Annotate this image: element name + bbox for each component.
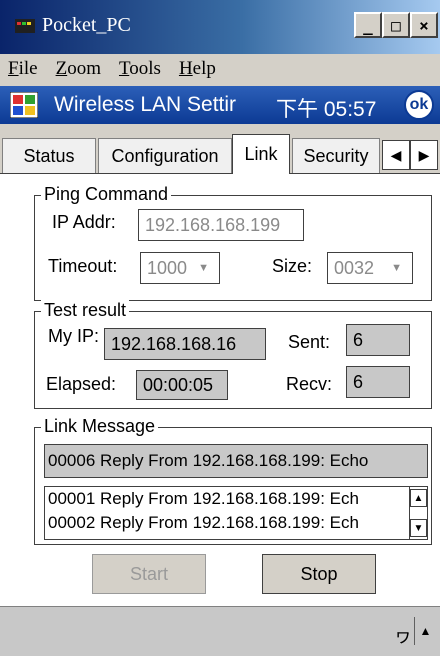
tab-configuration[interactable]: Configuration — [98, 138, 232, 174]
ip-addr-label: IP Addr: — [52, 212, 116, 232]
window-title: Pocket_PC — [42, 14, 131, 36]
message-list[interactable]: 00001 Reply From 192.168.168.199: Ech 00… — [44, 486, 428, 540]
tab-scroll-left-icon[interactable]: ◀ — [382, 140, 410, 170]
scroll-up-icon[interactable]: ▲ — [410, 489, 427, 507]
size-dropdown[interactable]: 0032 ▼ — [327, 252, 413, 284]
test-result-title: Test result — [41, 300, 130, 321]
app-title: Wireless LAN Settir — [54, 93, 237, 116]
tab-security[interactable]: Security — [292, 138, 380, 174]
input-panel-icon[interactable]: ヮ — [394, 622, 412, 648]
tab-link[interactable]: Link — [232, 134, 290, 174]
scroll-down-icon[interactable]: ▼ — [410, 519, 427, 537]
start-button[interactable]: Start — [92, 554, 206, 594]
my-ip-label: My IP: — [48, 326, 100, 346]
ping-command-title: Ping Command — [41, 184, 172, 205]
link-panel: Ping Command IP Addr: 192.168.168.199 Ti… — [0, 173, 440, 606]
window-titlebar: Pocket_PC _ □ × — [0, 0, 440, 54]
elapsed-label: Elapsed: — [46, 374, 117, 394]
ip-addr-field[interactable]: 192.168.168.199 — [138, 209, 304, 241]
timeout-label: Timeout: — [48, 256, 118, 276]
size-label: Size: — [272, 256, 313, 276]
menu-help[interactable]: Help — [179, 58, 216, 80]
link-message-title: Link Message — [41, 416, 159, 437]
timeout-dropdown[interactable]: 1000 ▼ — [140, 252, 220, 284]
recv-label: Recv: — [286, 374, 333, 394]
my-ip-value: 192.168.168.16 — [104, 328, 266, 360]
sent-label: Sent: — [288, 332, 331, 352]
tab-status[interactable]: Status — [2, 138, 96, 174]
list-item: 00002 Reply From 192.168.168.199: Ech — [48, 513, 359, 532]
stop-button[interactable]: Stop — [262, 554, 376, 594]
device-navbar: Wireless LAN Settir 下午 05:57 ok — [0, 86, 440, 124]
clock[interactable]: 下午 05:57 — [276, 93, 376, 123]
menubar: File Zoom Tools Help — [0, 54, 440, 84]
maximize-button[interactable]: □ — [382, 12, 410, 38]
list-item: 00001 Reply From 192.168.168.199: Ech — [48, 489, 359, 508]
app-icon — [15, 19, 35, 33]
ok-button[interactable]: ok — [404, 90, 434, 120]
chevron-down-icon: ▼ — [391, 262, 402, 274]
menu-file[interactable]: File — [8, 58, 38, 80]
elapsed-value: 00:00:05 — [136, 370, 228, 400]
latest-message: 00006 Reply From 192.168.168.199: Echo — [44, 444, 428, 478]
sent-value: 6 — [346, 324, 410, 356]
windows-start-icon[interactable] — [10, 92, 38, 118]
list-scrollbar[interactable]: ▲ ▼ — [409, 487, 427, 539]
menu-tools[interactable]: Tools — [119, 58, 161, 80]
minimize-button[interactable]: _ — [354, 12, 382, 38]
chevron-up-icon[interactable]: ▲ — [414, 617, 436, 645]
tab-scroll-right-icon[interactable]: ▶ — [410, 140, 438, 170]
tab-strip: Status Configuration Link Security ◀ ▶ — [0, 134, 440, 174]
recv-value: 6 — [346, 366, 410, 398]
menu-zoom[interactable]: Zoom — [56, 58, 101, 80]
chevron-down-icon: ▼ — [198, 262, 209, 274]
bottom-toolbar: ヮ ▲ — [0, 606, 440, 656]
close-button[interactable]: × — [410, 12, 438, 38]
